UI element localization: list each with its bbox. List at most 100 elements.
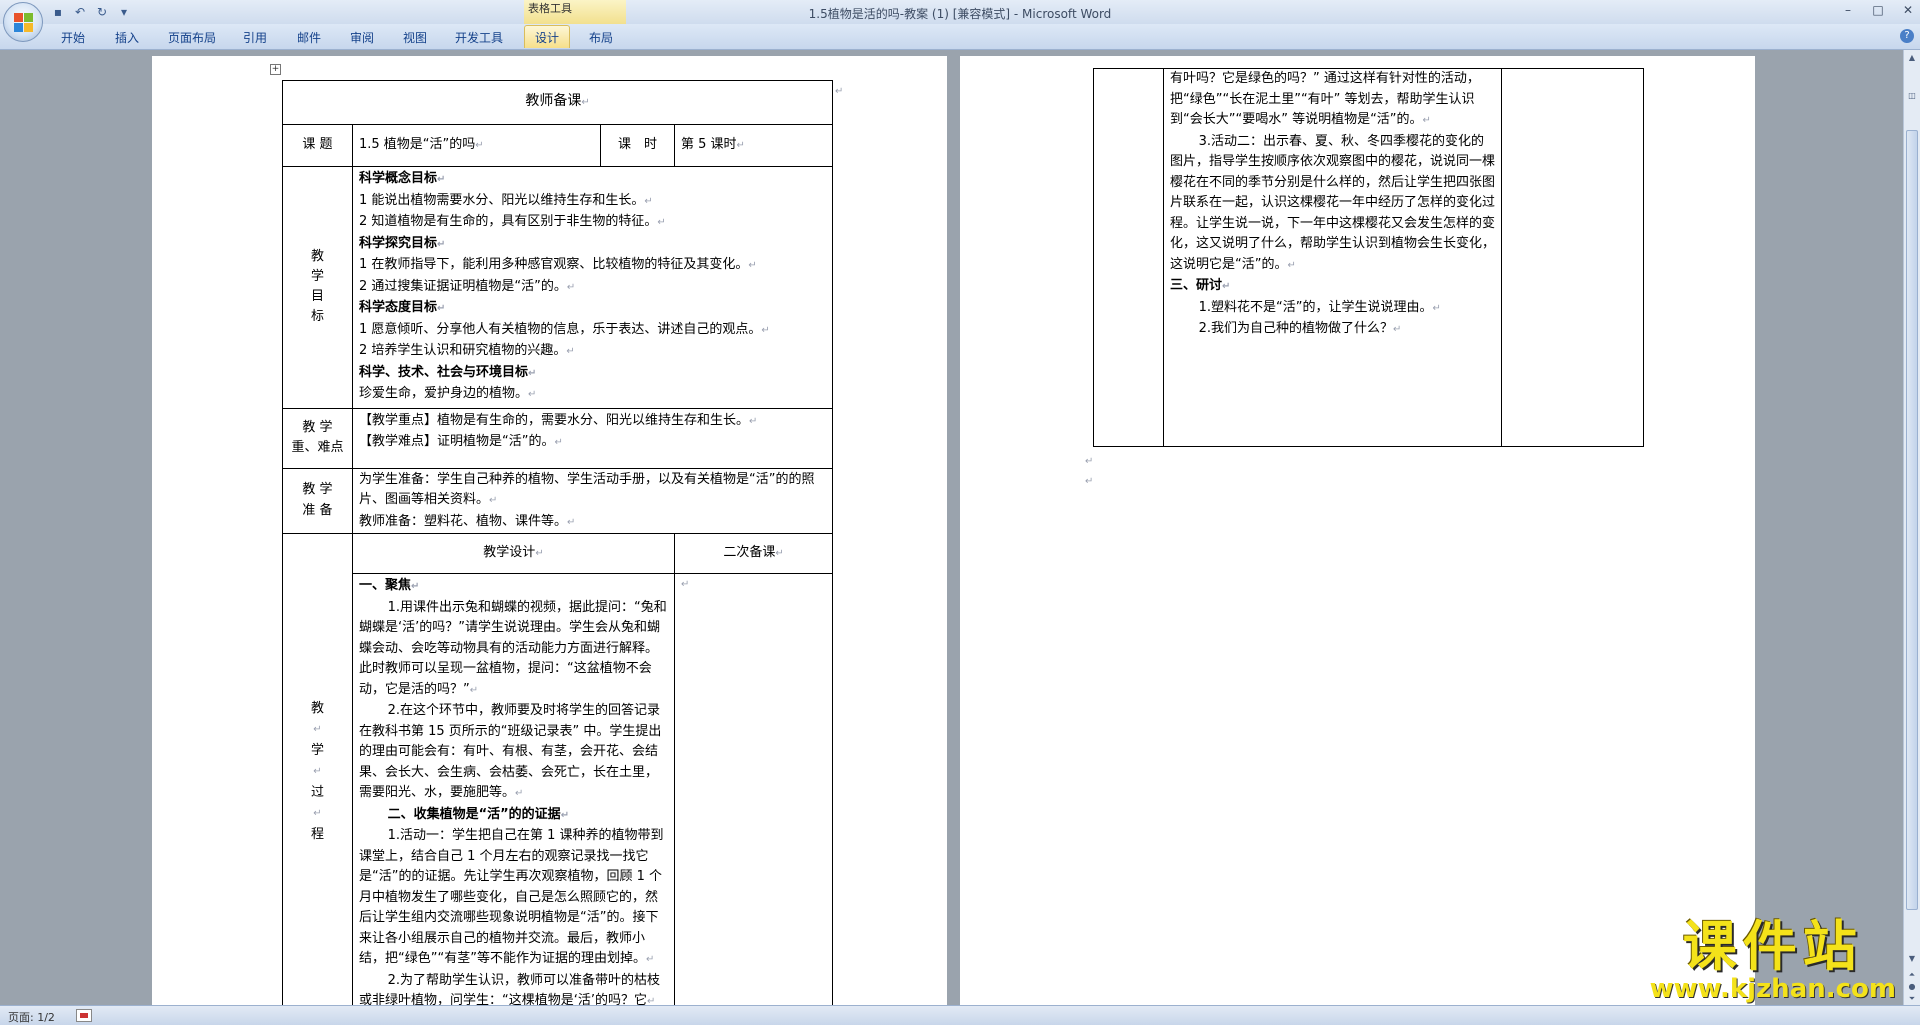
process-paragraph: 1.用课件出示兔和蝴蝶的视频，据此提问：“兔和蝴蝶是‘活’的吗？”请学生说说理由… bbox=[359, 599, 667, 697]
site-watermark: 课件站 www.kjzhan.com bbox=[1650, 917, 1896, 1003]
status-bar: 页面: 1/2 bbox=[0, 1005, 1920, 1025]
process-label-1: 教 bbox=[310, 701, 324, 716]
process-paragraph: 1.塑料花不是“活”的，让学生说说理由。↵ bbox=[1198, 299, 1441, 315]
key-points-label: 教 学 重、难点 bbox=[282, 407, 353, 469]
document-area: + 教师备课↵ 课 题 1.5 植物是“活”的吗↵ 课 时 第 5 课时↵ 教学… bbox=[0, 50, 1903, 1005]
key-points-cell[interactable]: 【教学重点】植物是有生命的，需要水分、阳光以维持生存和生长。↵ 【教学难点】证明… bbox=[351, 407, 834, 469]
prep-student: 为学生准备：学生自己种养的植物、学生活动手册，以及有关植物是“活”的的照片、图画… bbox=[359, 471, 815, 508]
tab-review[interactable]: 审阅 bbox=[350, 29, 374, 46]
objective-line: 2 通过搜集证据证明植物是“活”的。↵ bbox=[359, 278, 576, 294]
title-bar: ▪ ↶ ↻ ▾ 表格工具 1.5植物是活的吗-教案 (1) [兼容模式] - M… bbox=[0, 0, 1920, 24]
page-1: + 教师备课↵ 课 题 1.5 植物是“活”的吗↵ 课 时 第 5 课时↵ 教学… bbox=[152, 56, 947, 1005]
objectives-cell[interactable]: 科学概念目标↵ 1 能说出植物需要水分、阳光以维持生存和生长。↵ 2 知道植物是有生… bbox=[351, 166, 834, 409]
period-cell[interactable]: 第 5 课时↵ bbox=[673, 124, 834, 167]
second-prep-content-cell[interactable]: ↵ bbox=[673, 573, 834, 1005]
objective-line: 2 知道植物是有生命的，具有区别于非生物的特征。↵ bbox=[359, 214, 666, 229]
process-label-4: 程 bbox=[310, 827, 324, 842]
objective-line: 科学、技术、社会与环境目标↵ bbox=[359, 364, 537, 380]
prep-cell[interactable]: 为学生准备：学生自己种养的植物、学生活动手册，以及有关植物是“活”的的照片、图画… bbox=[351, 467, 834, 534]
design-content-cell[interactable]: 一、聚焦↵ 1.用课件出示兔和蝴蝶的视频，据此提问：“兔和蝴蝶是‘活’的吗？”请学… bbox=[352, 573, 675, 1005]
process-paragraph: 3.活动二：出示春、夏、秋、冬四季樱花的变化的图片，指导学生按顺序依次观察图中的… bbox=[1170, 133, 1496, 272]
tab-references[interactable]: 引用 bbox=[243, 29, 267, 46]
scroll-up-icon[interactable]: ▲ bbox=[1906, 52, 1918, 64]
window-controls: – □ ✕ bbox=[1840, 2, 1916, 18]
process-paragraph: 2.我们为自己种的植物做了什么？↵ bbox=[1198, 321, 1402, 336]
continued-second-prep-cell[interactable] bbox=[1501, 68, 1644, 447]
process-list: 一、聚焦↵ 1.用课件出示兔和蝴蝶的视频，据此提问：“兔和蝴蝶是‘活’的吗？”请学… bbox=[359, 576, 668, 1005]
objectives-list: 科学概念目标↵ 1 能说出植物需要水分、阳光以维持生存和生长。↵ 2 知道植物是有生… bbox=[359, 169, 826, 406]
lesson-plan-table-continued: 有叶吗？它是绿色的吗？” 通过这样有针对性的活动，把“绿色”“长在泥土里”“有叶… bbox=[1093, 68, 1644, 447]
paragraph-mark: ↵ bbox=[1085, 456, 1094, 467]
continued-process-list: 有叶吗？它是绿色的吗？” 通过这样有针对性的活动，把“绿色”“长在泥土里”“有叶… bbox=[1170, 69, 1495, 341]
topic-cell[interactable]: 1.5 植物是“活”的吗↵ bbox=[352, 124, 601, 167]
second-prep-header: 二次备课↵ bbox=[673, 533, 834, 574]
maximize-icon[interactable]: □ bbox=[1870, 2, 1886, 18]
tab-design[interactable]: 设计 bbox=[524, 25, 571, 48]
key-point-1: 【教学重点】植物是有生命的，需要水分、阳光以维持生存和生长。↵ bbox=[359, 412, 758, 428]
objectives-label-text: 教学目标 bbox=[310, 249, 324, 325]
process-paragraph: 有叶吗？它是绿色的吗？” 通过这样有针对性的活动，把“绿色”“长在泥土里”“有叶… bbox=[1170, 71, 1480, 127]
table-move-handle-icon[interactable]: + bbox=[270, 64, 281, 75]
prep-teacher: 教师准备：塑料花、植物、课件等。↵ bbox=[359, 513, 576, 529]
topic-text: 1.5 植物是“活”的吗 bbox=[359, 136, 476, 152]
header-text: 教师备课 bbox=[525, 93, 582, 110]
tab-mailings[interactable]: 邮件 bbox=[297, 29, 321, 46]
period-label: 课 时 bbox=[600, 124, 675, 167]
lesson-plan-table: 教师备课 ↵ 课 题 1.5 植物是“活”的吗↵ 课 时 第 5 课时↵ 教学目标… bbox=[281, 80, 834, 1005]
objective-line: 1 能说出植物需要水分、阳光以维持生存和生长。↵ bbox=[359, 192, 653, 208]
minimize-icon[interactable]: – bbox=[1840, 2, 1856, 18]
paragraph-mark: ↵ bbox=[1085, 476, 1094, 487]
design-header: 教学设计↵ bbox=[352, 533, 675, 574]
previous-page-icon[interactable]: ⏶ bbox=[1906, 969, 1918, 981]
row-end-mark: ↵ bbox=[835, 86, 844, 97]
objective-line: 1 愿意倾听、分享他人有关植物的信息，乐于表达、讲述自己的观点。↵ bbox=[359, 321, 770, 337]
process-paragraph: 三、研讨↵ bbox=[1170, 278, 1231, 293]
period-text: 第 5 课时 bbox=[681, 136, 737, 152]
ruler-toggle-icon[interactable]: ◫ bbox=[1906, 90, 1918, 102]
next-page-icon[interactable]: ⏷ bbox=[1906, 993, 1918, 1005]
tab-view[interactable]: 视图 bbox=[403, 29, 427, 46]
key-point-2: 【教学难点】证明植物是“活”的。↵ bbox=[359, 434, 563, 449]
page-2: 有叶吗？它是绿色的吗？” 通过这样有针对性的活动，把“绿色”“长在泥土里”“有叶… bbox=[960, 56, 1755, 1005]
objective-line: 科学概念目标↵ bbox=[359, 171, 446, 186]
scroll-down-icon[interactable]: ▼ bbox=[1906, 953, 1918, 965]
tab-page-layout[interactable]: 页面布局 bbox=[168, 29, 216, 46]
process-paragraph: 1.活动一：学生把自己在第 1 课种养的植物带到课堂上，结合自己 1 个月左右的… bbox=[359, 828, 664, 966]
watermark-title: 课件站 bbox=[1682, 914, 1863, 978]
page-separator bbox=[947, 50, 960, 1005]
key-label-2: 重、难点 bbox=[291, 440, 344, 455]
office-button[interactable] bbox=[3, 2, 43, 42]
process-label-2: 学 bbox=[310, 743, 324, 758]
vertical-scrollbar[interactable]: ▲ ◫ ▼ ⏶ ● ⏷ bbox=[1903, 50, 1920, 1005]
proofing-icon[interactable] bbox=[76, 1009, 92, 1022]
objective-line: 2 培养学生认识和研究植物的兴趣。↵ bbox=[359, 343, 575, 358]
objective-line: 珍爱生命，爱护身边的植物。↵ bbox=[359, 386, 537, 401]
tab-insert[interactable]: 插入 bbox=[115, 29, 139, 46]
process-label: 教 ↵ 学 ↵ 过 ↵ 程 bbox=[282, 533, 353, 1005]
browse-object-icon[interactable]: ● bbox=[1906, 981, 1918, 993]
key-label-1: 教 学 bbox=[302, 419, 333, 435]
tab-home[interactable]: 开始 bbox=[61, 29, 85, 46]
scrollbar-thumb[interactable] bbox=[1906, 130, 1918, 910]
help-icon[interactable]: ? bbox=[1900, 29, 1914, 43]
objective-line: 1 在教师指导下，能利用多种感官观察、比较植物的特征及其变化。↵ bbox=[359, 257, 757, 272]
tab-developer[interactable]: 开发工具 bbox=[455, 29, 503, 46]
continued-label-cell bbox=[1093, 68, 1164, 447]
process-paragraph: 2.在这个环节中，教师要及时将学生的回答记录在教科书第 15 页所示的“班级记录… bbox=[359, 703, 662, 800]
topic-label: 课 题 bbox=[282, 124, 353, 167]
prep-label: 教 学 准 备 bbox=[282, 467, 353, 534]
continued-design-cell[interactable]: 有叶吗？它是绿色的吗？” 通过这样有针对性的活动，把“绿色”“长在泥土里”“有叶… bbox=[1163, 68, 1502, 447]
process-paragraph: 二、收集植物是“活”的的证据↵ bbox=[387, 806, 570, 822]
office-logo-icon bbox=[14, 13, 33, 32]
close-icon[interactable]: ✕ bbox=[1900, 2, 1916, 18]
objectives-label: 教学目标 bbox=[282, 166, 353, 409]
objective-line: 科学态度目标↵ bbox=[359, 300, 446, 315]
objective-line: 科学探究目标↵ bbox=[359, 235, 446, 251]
ribbon-tab-bar: 开始 插入 页面布局 引用 邮件 审阅 视图 开发工具 设计 布局 ? bbox=[0, 24, 1920, 50]
tab-layout[interactable]: 布局 bbox=[589, 29, 613, 46]
process-paragraph: 一、聚焦↵ bbox=[359, 578, 420, 593]
process-paragraph: 2.为了帮助学生认识，教师可以准备带叶的枯枝或非绿叶植物，问学生：“这棵植物是‘… bbox=[359, 972, 660, 1006]
page-count[interactable]: 页面: 1/2 bbox=[8, 1009, 55, 1025]
watermark-url: www.kjzhan.com bbox=[1649, 974, 1896, 1004]
prep-label-1: 教 学 bbox=[302, 482, 333, 498]
